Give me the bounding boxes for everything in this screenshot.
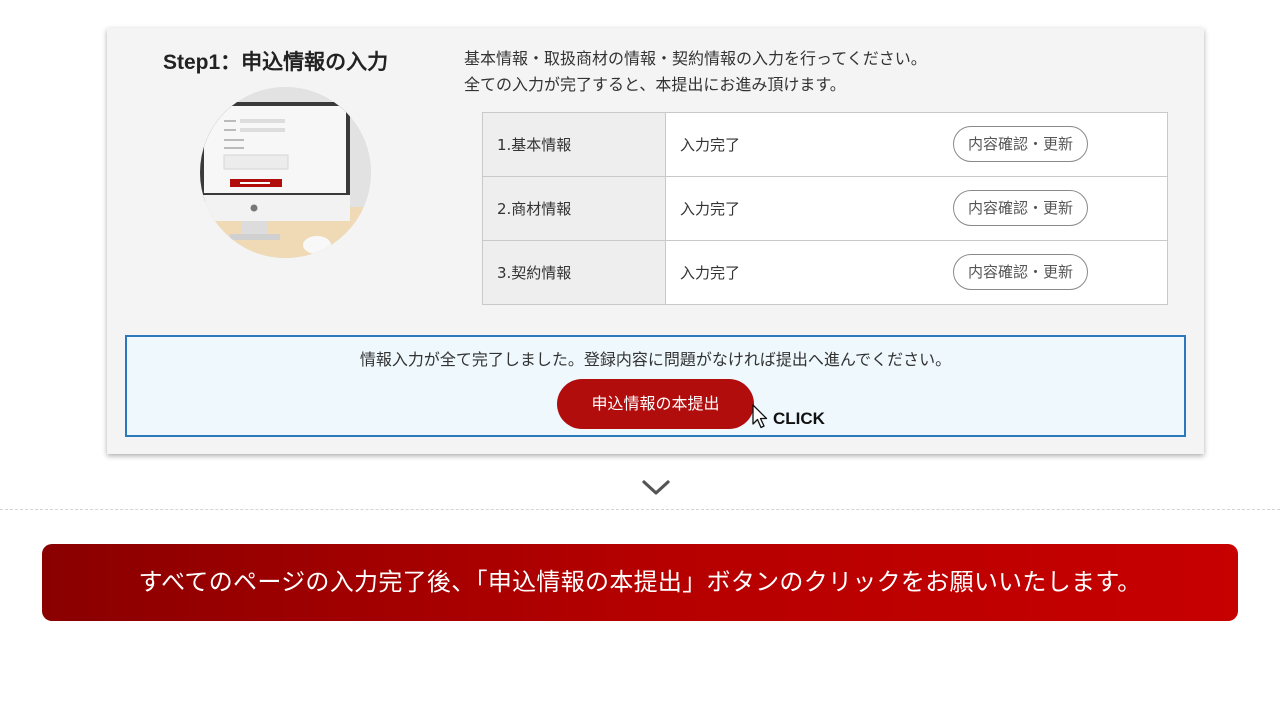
computer-illustration — [200, 87, 371, 258]
row-label: 1.基本情報 — [482, 112, 666, 177]
confirm-update-button[interactable]: 内容確認・更新 — [953, 126, 1089, 162]
table-row: 1.基本情報 入力完了 内容確認・更新 — [482, 112, 1168, 177]
table-row: 2.商材情報 入力完了 内容確認・更新 — [482, 176, 1168, 241]
row-label: 3.契約情報 — [482, 240, 666, 305]
confirm-update-button[interactable]: 内容確認・更新 — [953, 254, 1089, 290]
step-description: 基本情報・取扱商材の情報・契約情報の入力を行ってください。 全ての入力が完了する… — [464, 46, 927, 98]
confirm-update-button[interactable]: 内容確認・更新 — [953, 190, 1089, 226]
row-status: 入力完了 — [680, 264, 741, 282]
submit-message: 情報入力が全て完了しました。登録内容に問題がなければ提出へ進んでください。 — [359, 350, 952, 369]
row-status-cell: 入力完了 内容確認・更新 — [665, 176, 1168, 241]
description-line-2: 全ての入力が完了すると、本提出にお進み頂けます。 — [464, 75, 846, 94]
instruction-banner: すべてのページの入力完了後、「申込情報の本提出」ボタンのクリックをお願いいたしま… — [42, 544, 1238, 621]
section-divider — [0, 509, 1280, 510]
input-status-table: 1.基本情報 入力完了 内容確認・更新 2.商材情報 入力完了 内容確認・更新 … — [482, 112, 1168, 305]
row-status: 入力完了 — [680, 200, 741, 218]
step-title: Step1：申込情報の入力 — [163, 51, 389, 74]
row-status-cell: 入力完了 内容確認・更新 — [665, 240, 1168, 305]
row-status-cell: 入力完了 内容確認・更新 — [665, 112, 1168, 177]
mouse-pointer-icon — [752, 404, 768, 434]
table-row: 3.契約情報 入力完了 内容確認・更新 — [482, 240, 1168, 305]
step1-card: Step1：申込情報の入力 基本情報・取扱商材の情報・契約情報の入力を行ってくだ… — [107, 28, 1204, 454]
final-submit-button[interactable]: 申込情報の本提出 — [557, 379, 754, 429]
description-line-1: 基本情報・取扱商材の情報・契約情報の入力を行ってください。 — [464, 49, 927, 68]
row-label: 2.商材情報 — [482, 176, 666, 241]
chevron-down-icon — [642, 479, 670, 501]
row-status: 入力完了 — [680, 136, 741, 154]
submit-box: 情報入力が全て完了しました。登録内容に問題がなければ提出へ進んでください。 申込… — [125, 335, 1186, 437]
click-label: CLICK — [773, 409, 825, 428]
